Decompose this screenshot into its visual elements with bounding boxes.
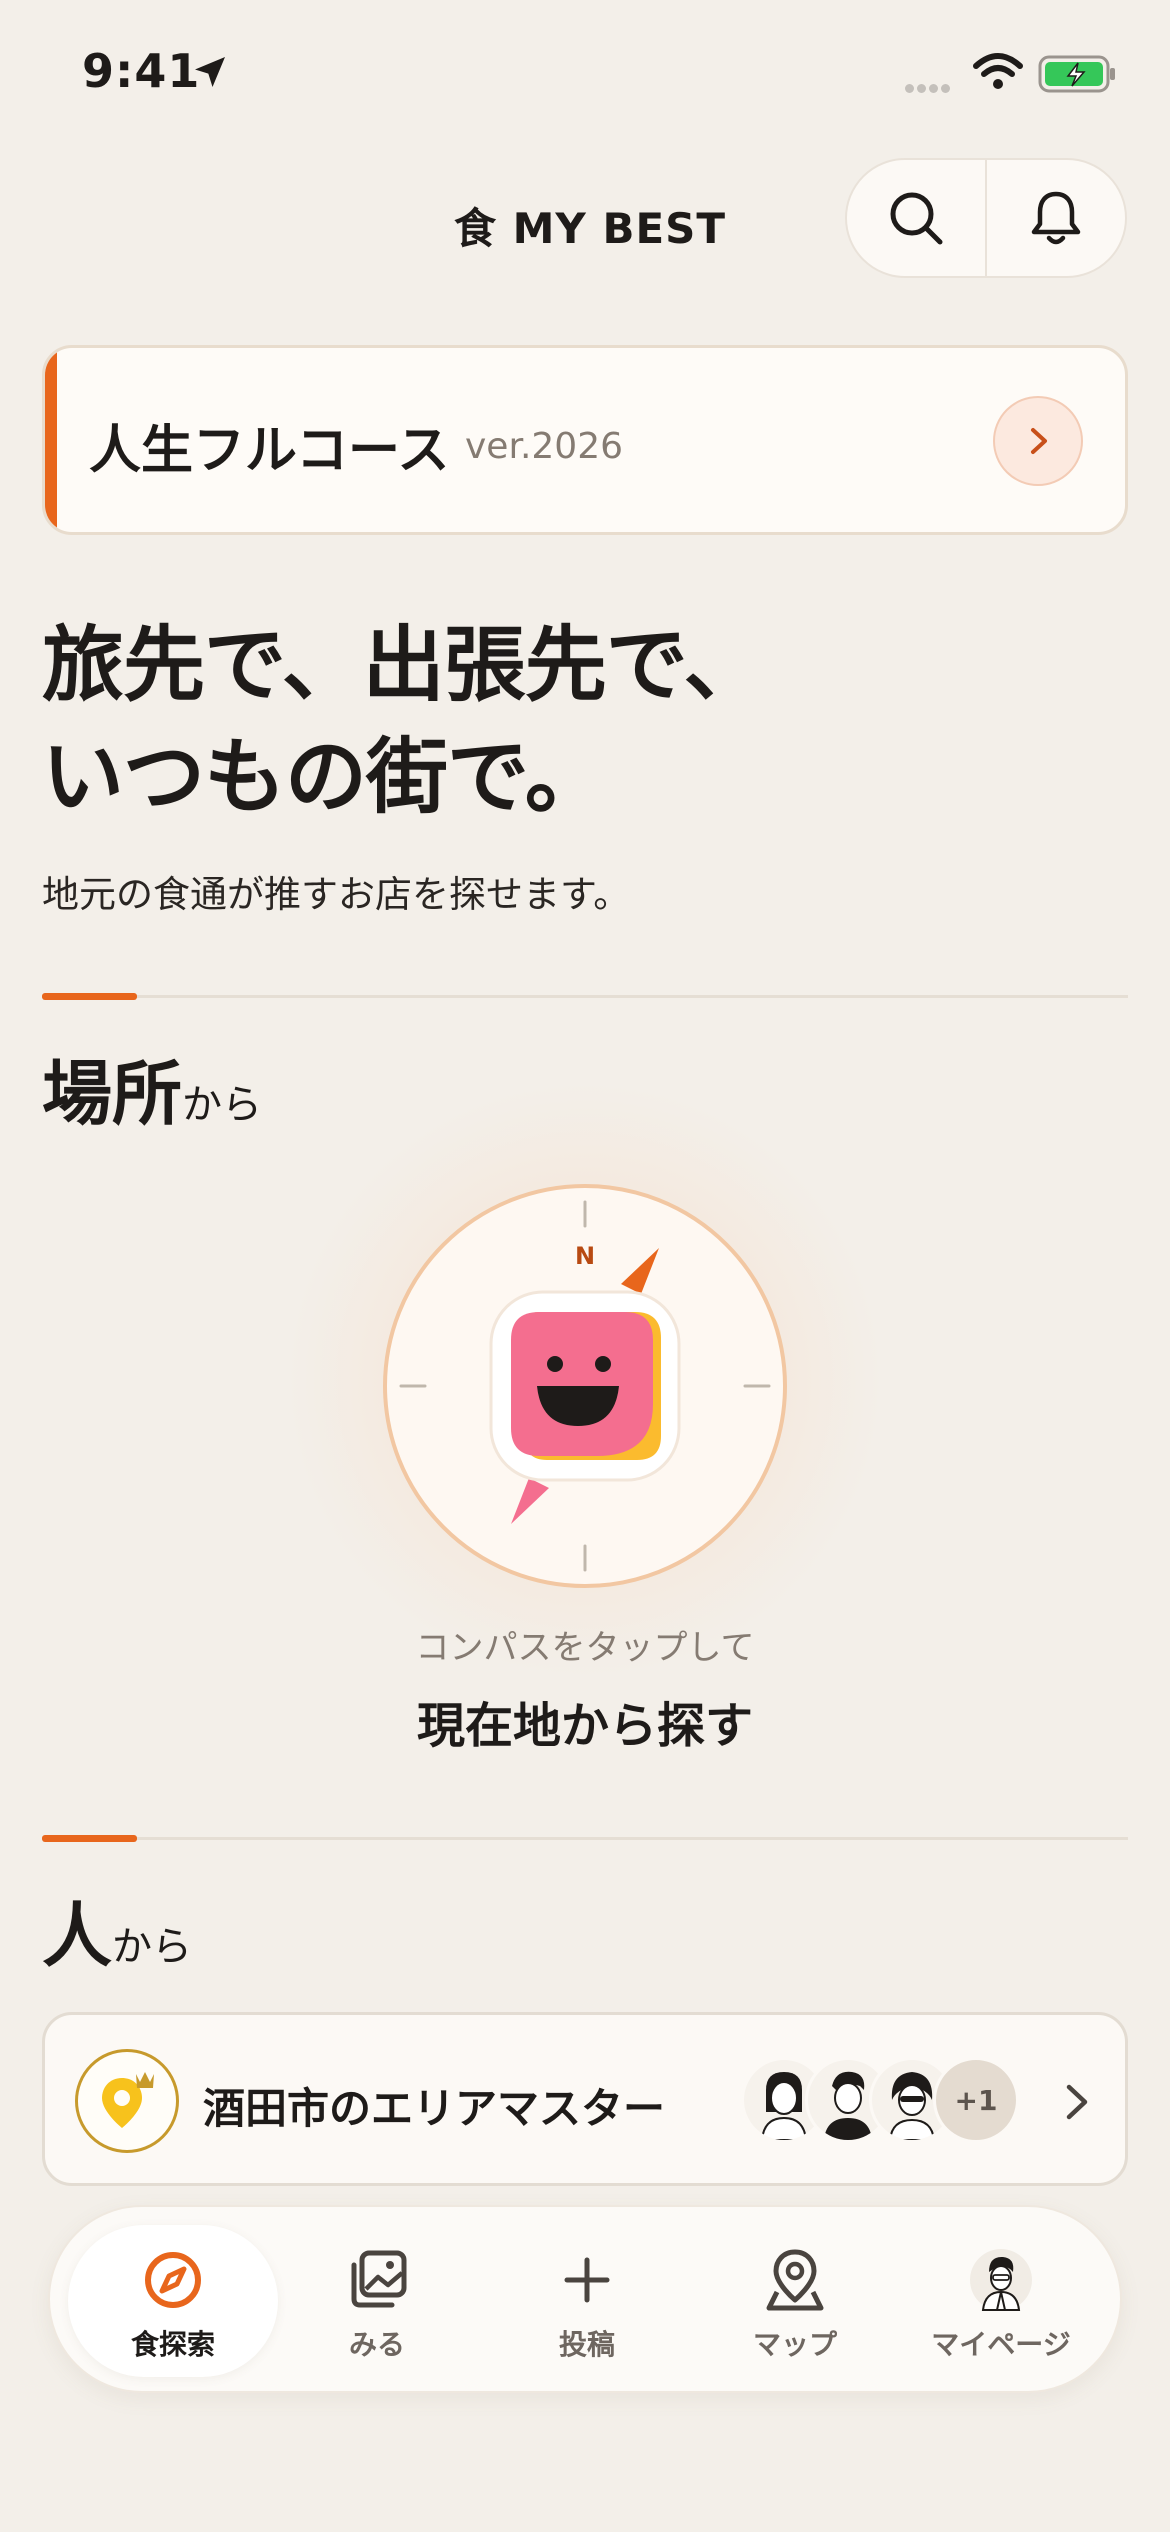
bell-icon bbox=[1031, 191, 1081, 245]
tab-mypage[interactable]: マイページ bbox=[896, 2225, 1106, 2377]
status-time: 9:41 bbox=[82, 44, 201, 98]
search-button[interactable] bbox=[847, 160, 985, 276]
app-header: 食 MY BEST bbox=[0, 155, 1170, 280]
avatar-more-count: +1 bbox=[933, 2057, 1019, 2143]
hero-headline-line2: いつもの街で。 bbox=[42, 730, 607, 825]
section-title-people: 人から bbox=[42, 1895, 192, 1977]
area-master-avatars: +1 bbox=[741, 2057, 1041, 2147]
full-course-card[interactable]: 人生フルコース ver.2026 bbox=[42, 345, 1128, 535]
wifi-icon bbox=[973, 53, 1023, 89]
hero-subtitle: 地元の食通が推すお店を探せます。 bbox=[42, 873, 631, 916]
plus-icon bbox=[564, 2257, 610, 2303]
hero-headline-line1: 旅先で、出張先で、 bbox=[42, 618, 765, 713]
cellular-signal-icon bbox=[905, 78, 953, 97]
section-divider-people bbox=[42, 1835, 1128, 1842]
compass-hint: コンパスをタップして bbox=[415, 1628, 755, 1668]
gallery-icon bbox=[351, 2250, 407, 2308]
area-master-card[interactable]: 酒田市のエリアマスター +1 bbox=[42, 2012, 1128, 2186]
mascot-icon bbox=[489, 1290, 681, 1482]
tab-post[interactable]: 投稿 bbox=[482, 2225, 692, 2377]
chevron-right-icon bbox=[1066, 2084, 1088, 2120]
search-icon bbox=[890, 192, 943, 245]
battery-charging-icon bbox=[1038, 55, 1115, 93]
compass-icon bbox=[145, 2252, 201, 2308]
section-title-place: 場所から bbox=[42, 1053, 262, 1135]
map-pin-icon bbox=[766, 2249, 824, 2311]
crown-pin-icon bbox=[102, 2072, 154, 2128]
full-course-arrow-button[interactable] bbox=[993, 396, 1083, 486]
status-bar: 9:41 bbox=[0, 0, 1170, 150]
app-logo: 食 MY BEST bbox=[454, 204, 727, 253]
app-screen: 9:41 食 MY BEST 人生フルコース ver.2026 旅先で、出張先で… bbox=[0, 0, 1170, 2532]
chevron-right-icon bbox=[1031, 428, 1047, 454]
location-arrow-icon bbox=[195, 57, 225, 87]
full-course-version: ver.2026 bbox=[465, 426, 624, 467]
hero-headline: 旅先で、出張先で、 いつもの街で。 bbox=[42, 610, 765, 834]
header-actions bbox=[845, 158, 1127, 278]
notifications-button[interactable] bbox=[987, 160, 1125, 276]
area-master-title: 酒田市のエリアマスター bbox=[203, 2084, 666, 2133]
tab-view[interactable]: みる bbox=[272, 2225, 482, 2377]
area-master-badge bbox=[75, 2049, 179, 2153]
avatar-icon bbox=[970, 2249, 1032, 2311]
full-course-title: 人生フルコース bbox=[89, 421, 450, 481]
compass-button[interactable]: N bbox=[383, 1184, 787, 1588]
bottom-tab-bar: 食探索 みる 投稿 マップ マイページ bbox=[48, 2205, 1122, 2393]
tab-explore[interactable]: 食探索 bbox=[68, 2225, 278, 2377]
tab-map[interactable]: マップ bbox=[690, 2225, 900, 2377]
compass-cta[interactable]: 現在地から探す bbox=[0, 1686, 1170, 1756]
compass-north-label: N bbox=[575, 1242, 596, 1270]
card-accent-bar bbox=[45, 348, 57, 532]
section-divider-place bbox=[42, 993, 1128, 1000]
